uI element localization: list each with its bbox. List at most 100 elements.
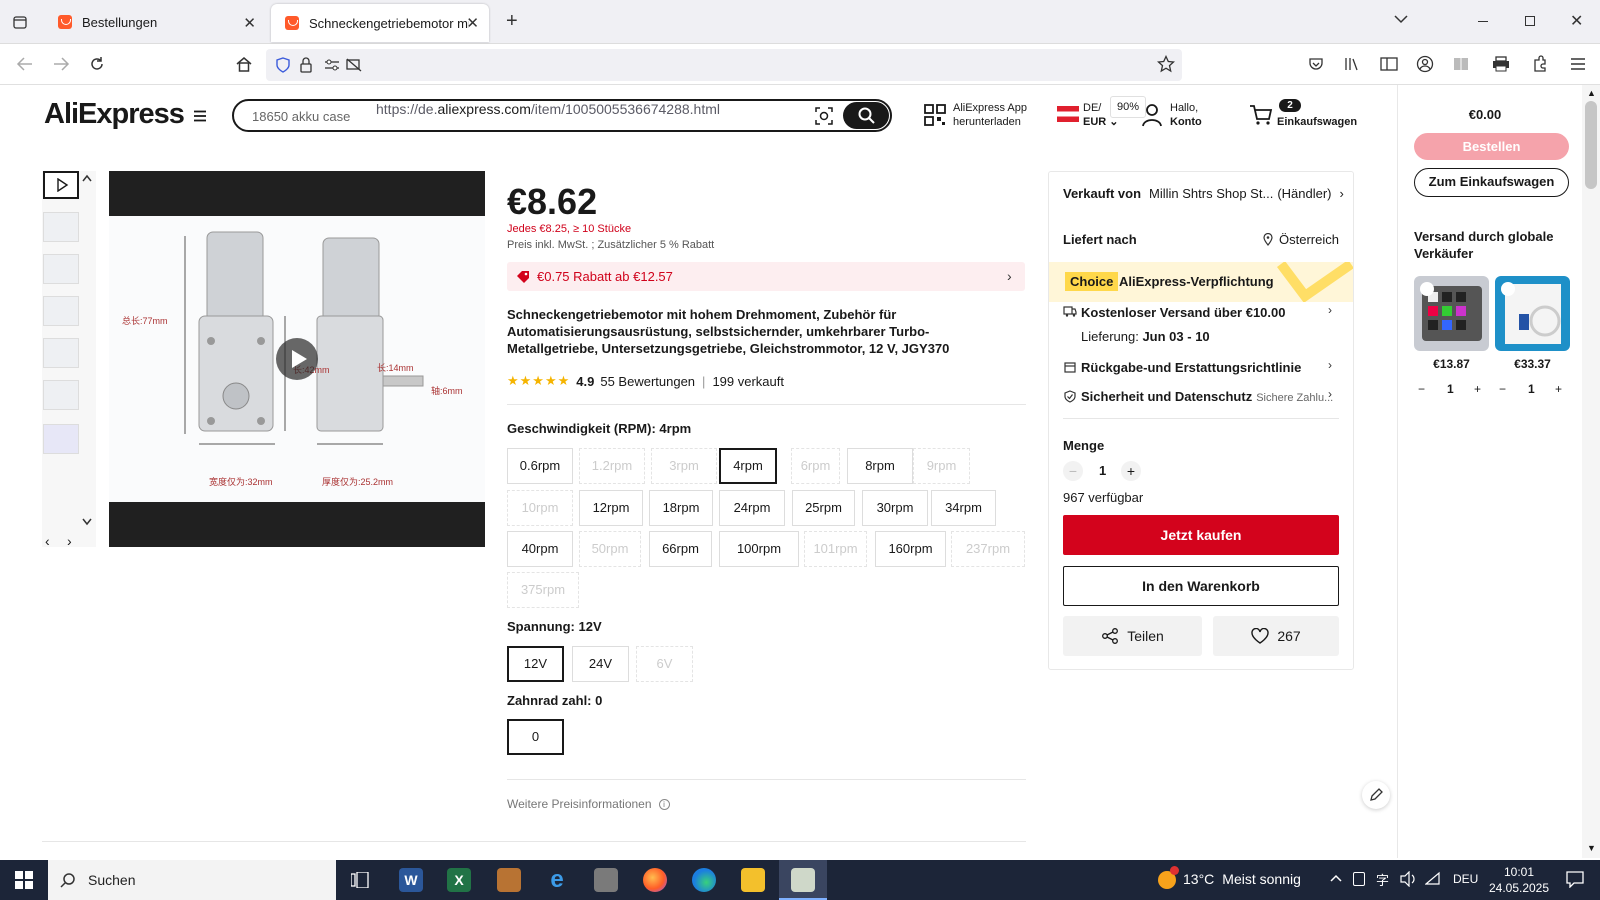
thumbnail-image[interactable] (43, 424, 79, 454)
option-100rpm[interactable]: 100rpm (719, 531, 799, 567)
sidebar-icon[interactable] (1380, 56, 1398, 72)
volume-icon[interactable] (1400, 871, 1418, 887)
user-icon[interactable] (1141, 103, 1163, 127)
page-scrollbar[interactable]: ▲ ▼ (1582, 85, 1600, 858)
security-row[interactable]: Sicherheit und Datenschutz Sichere Zahlu… (1081, 389, 1333, 404)
bookmark-star-icon[interactable] (1157, 55, 1175, 73)
cart-label[interactable]: Einkaufswagen (1277, 115, 1357, 129)
app-download-link[interactable]: AliExpress App herunterladen (953, 101, 1027, 129)
quantity-stepper[interactable]: − 1 + (1063, 460, 1143, 482)
chevron-right-icon[interactable]: › (1328, 303, 1332, 317)
thumbnail-image[interactable] (43, 212, 79, 242)
thumbnail-image[interactable] (43, 338, 79, 368)
scrollbar-thumb[interactable] (1585, 101, 1597, 189)
edit-feedback-icon[interactable] (1362, 781, 1390, 809)
library-icon[interactable] (1344, 56, 1360, 72)
category-menu-icon[interactable] (193, 110, 207, 122)
option-18rpm[interactable]: 18rpm (649, 490, 713, 526)
buy-now-button[interactable]: Jetzt kaufen (1063, 515, 1339, 555)
cart-item-thumb[interactable] (1414, 276, 1489, 351)
weather-widget[interactable]: 13°C Meist sonnig (1183, 871, 1301, 887)
menu-icon[interactable] (1570, 57, 1586, 71)
reload-icon[interactable] (88, 55, 106, 73)
chevron-right-icon[interactable]: › (1328, 387, 1332, 401)
internet-explorer-icon[interactable]: e (545, 868, 569, 892)
account-link[interactable]: Hallo, Konto (1170, 101, 1202, 129)
close-tab-icon[interactable]: ✕ (466, 14, 479, 32)
media-app-icon[interactable] (497, 868, 521, 892)
option-24v[interactable]: 24V (572, 646, 629, 682)
tab-list-icon[interactable] (12, 14, 28, 30)
ime-icon[interactable]: 字 (1376, 870, 1389, 889)
restore-icon[interactable] (1525, 16, 1535, 26)
ship-to-row[interactable]: Liefert nach Österreich (1063, 232, 1339, 247)
network-status-icon[interactable] (1353, 872, 1365, 886)
select-checkbox[interactable] (1501, 282, 1515, 296)
chevron-down-icon[interactable] (82, 518, 92, 526)
more-price-info-link[interactable]: Weitere Preisinformationen i (507, 797, 670, 811)
option-25rpm[interactable]: 25rpm (792, 490, 855, 526)
taskbar-search-box[interactable]: Suchen (48, 860, 336, 900)
minus-icon[interactable]: − (1063, 461, 1083, 481)
chevron-up-icon[interactable] (82, 174, 92, 182)
shield-icon[interactable] (276, 57, 290, 73)
option-30rpm[interactable]: 30rpm (862, 490, 928, 526)
option-34rpm[interactable]: 34rpm (931, 490, 996, 526)
aliexpress-logo[interactable]: AliExpress (44, 98, 185, 131)
chevron-up-icon[interactable] (1330, 874, 1342, 882)
close-window-icon[interactable]: ✕ (1570, 11, 1583, 31)
add-to-cart-button[interactable]: In den Warenkorb (1063, 566, 1339, 606)
home-icon[interactable] (235, 55, 253, 73)
plus-icon[interactable]: + (1555, 382, 1562, 396)
pocket-icon[interactable] (1308, 56, 1324, 72)
option-0-6rpm[interactable]: 0.6rpm (507, 448, 573, 484)
select-checkbox[interactable] (1420, 282, 1434, 296)
thumbnail-image[interactable] (43, 296, 79, 326)
chevron-right-icon[interactable]: › (67, 533, 72, 549)
option-12rpm[interactable]: 12rpm (579, 490, 643, 526)
reviews-link[interactable]: 55 Bewertungen (600, 374, 695, 389)
search-input[interactable] (252, 106, 772, 126)
scroll-down-icon[interactable]: ▼ (1587, 843, 1596, 853)
forward-icon[interactable] (52, 56, 70, 72)
chevron-down-icon[interactable] (1394, 14, 1408, 24)
chevron-left-icon[interactable]: ‹ (45, 533, 50, 549)
chevron-right-icon[interactable]: › (1328, 358, 1332, 372)
share-button[interactable]: Teilen (1063, 616, 1202, 656)
close-tab-icon[interactable]: ✕ (243, 14, 256, 32)
lock-icon[interactable] (300, 57, 312, 73)
clock[interactable]: 10:01 24.05.2025 (1486, 864, 1552, 896)
product-main-image[interactable]: 总长:77mm 长:42mm 长:14mm 轴:6mm 宽度仅为:32mm 厚度… (109, 171, 485, 547)
reader-view-icon[interactable] (1453, 56, 1469, 72)
cart-icon[interactable] (1249, 104, 1273, 126)
qr-code-icon[interactable] (924, 104, 946, 126)
tab-bestellungen[interactable]: Bestellungen ✕ (44, 0, 266, 44)
wishlist-button[interactable]: 267 (1213, 616, 1339, 656)
notifications-icon[interactable] (1566, 870, 1584, 888)
video-play-button[interactable] (276, 338, 318, 380)
order-button[interactable]: Bestellen (1414, 133, 1569, 160)
image-search-icon[interactable] (814, 106, 834, 126)
search-button[interactable] (843, 102, 889, 129)
option-0[interactable]: 0 (507, 719, 564, 755)
wifi-icon[interactable] (1425, 871, 1441, 887)
option-24rpm[interactable]: 24rpm (719, 490, 785, 526)
address-bar[interactable] (266, 49, 1182, 81)
permissions-icon[interactable] (324, 58, 340, 72)
scroll-up-icon[interactable]: ▲ (1587, 88, 1596, 98)
active-app-icon[interactable] (791, 868, 815, 892)
option-12v[interactable]: 12V (507, 646, 564, 682)
print-icon[interactable] (1492, 56, 1510, 72)
plus-icon[interactable]: + (1121, 461, 1141, 481)
tracking-off-icon[interactable] (346, 58, 362, 72)
file-explorer-icon[interactable] (741, 868, 765, 892)
thumbnail-image[interactable] (43, 380, 79, 410)
option-8rpm[interactable]: 8rpm (847, 448, 913, 484)
firefox-icon[interactable] (643, 868, 667, 892)
edge-icon[interactable] (692, 868, 716, 892)
plus-icon[interactable]: + (1474, 382, 1481, 396)
tool-app-icon[interactable] (594, 868, 618, 892)
seller-row[interactable]: Verkauft von Millin Shtrs Shop St... (Hä… (1063, 186, 1344, 201)
thumbnail-video[interactable] (43, 171, 79, 199)
excel-icon[interactable]: X (447, 868, 471, 892)
